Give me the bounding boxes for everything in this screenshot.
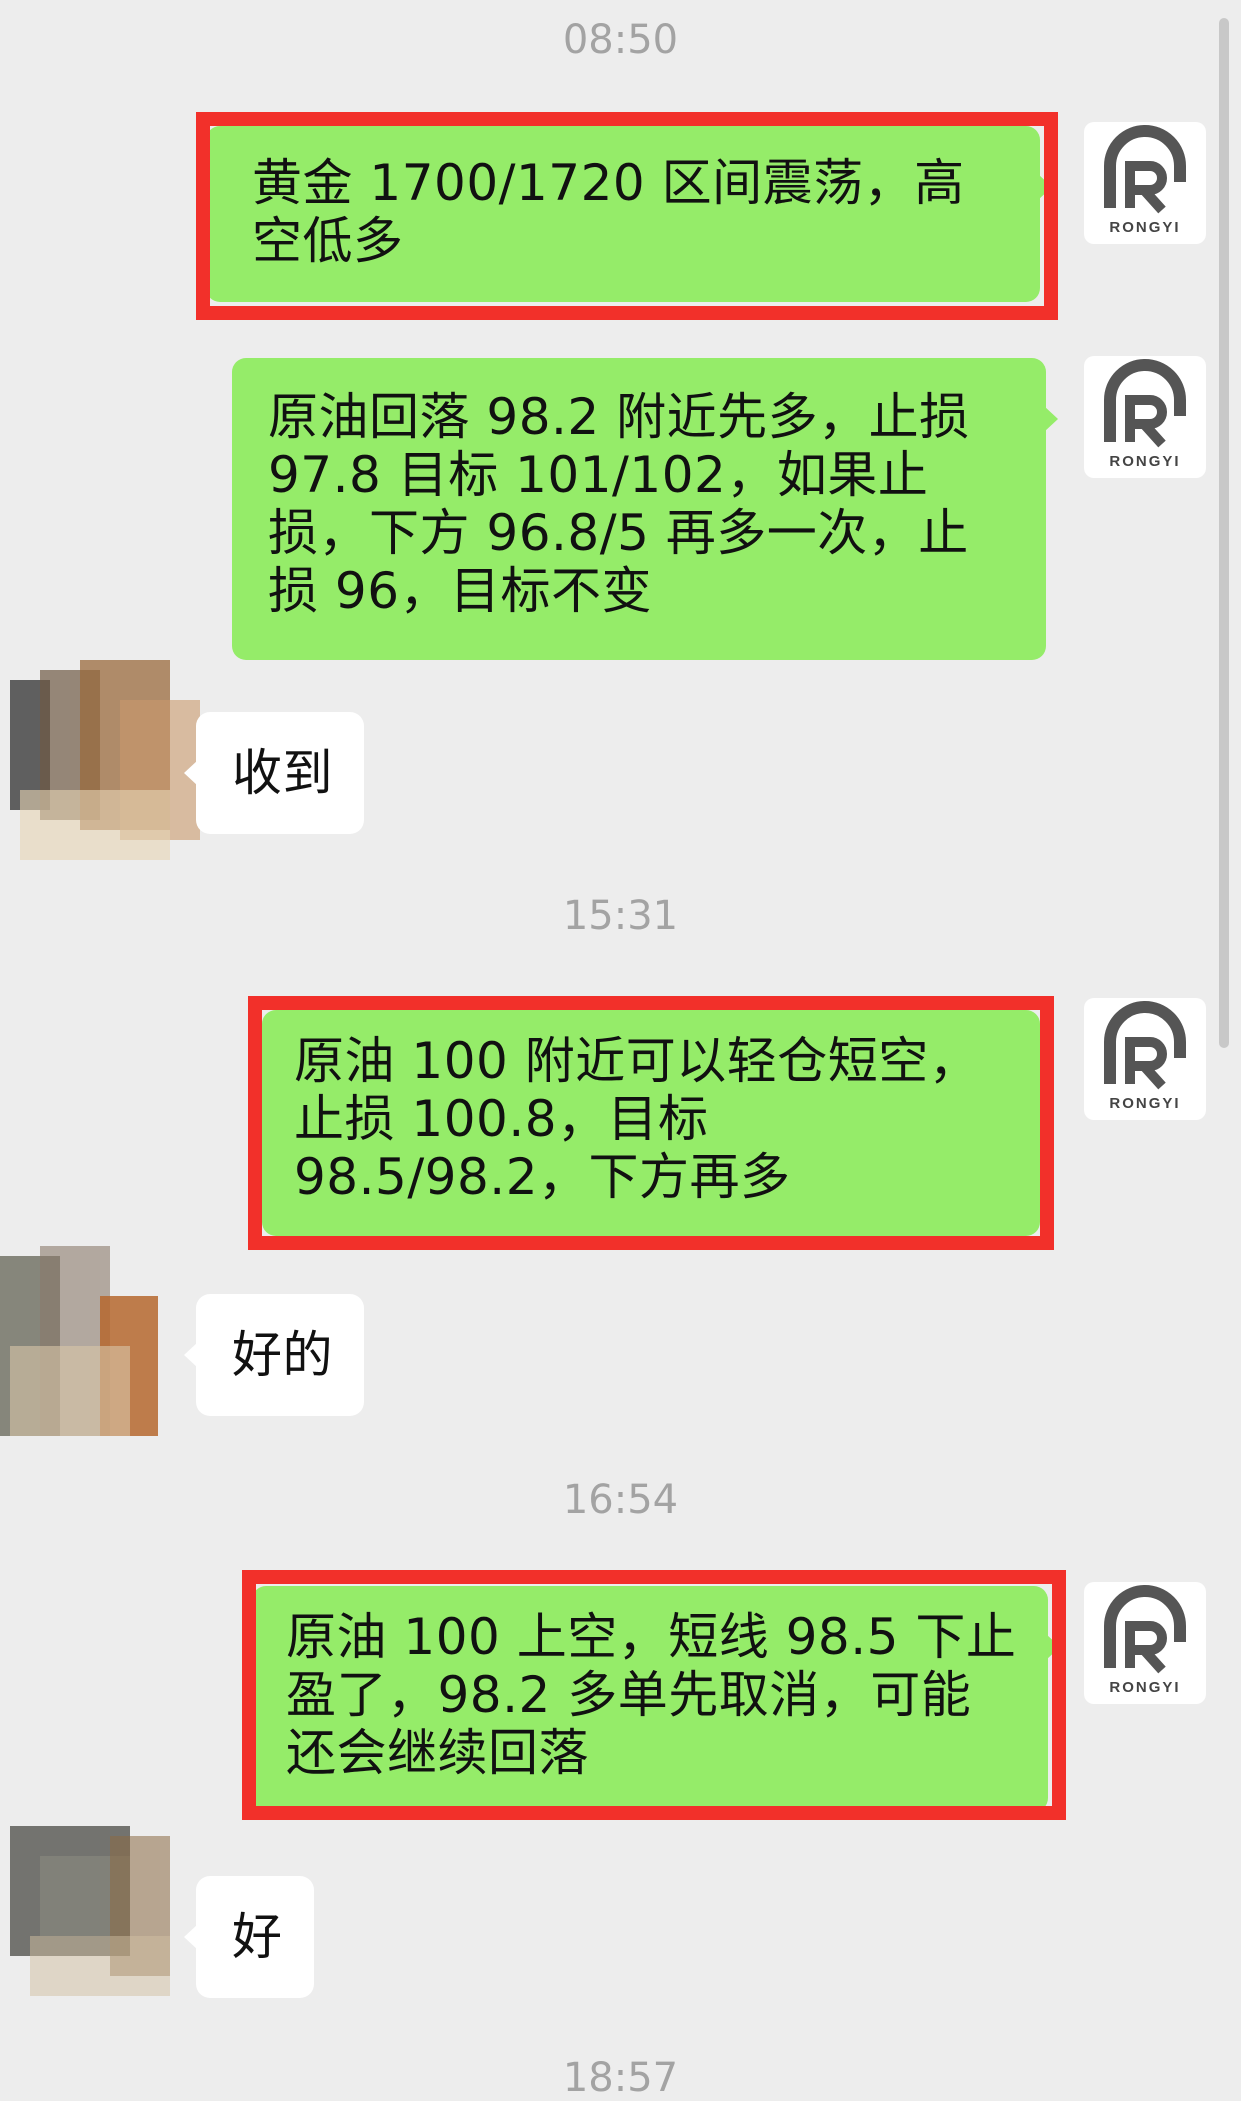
message-bubble-sent[interactable]: 原油 100 附近可以轻仓短空，止损 100.8，目标 98.5/98.2，下方…: [262, 1010, 1052, 1236]
svg-text:RONGYI: RONGYI: [1109, 1095, 1180, 1112]
sender-avatar[interactable]: RONGYI: [1084, 998, 1206, 1120]
rongyi-logo-icon: RONGYI: [1104, 1001, 1186, 1112]
chat-window[interactable]: 08:50 黄金 1700/1720 区间震荡，高空低多 RONGYI 原油回落…: [0, 0, 1241, 2098]
sender-avatar[interactable]: RONGYI: [1084, 1582, 1206, 1704]
rongyi-logo-icon: RONGYI: [1104, 125, 1186, 236]
message-bubble-sent[interactable]: 原油 100 上空，短线 98.5 下止盈了，98.2 多单先取消，可能还会继续…: [252, 1586, 1060, 1812]
rongyi-logo-icon: RONGYI: [1104, 359, 1186, 470]
contact-avatar-image: [0, 1226, 160, 1456]
message-bubble-sent[interactable]: 原油回落 98.2 附近先多，止损 97.8 目标 101/102，如果止损，下…: [232, 358, 1058, 660]
message-bubble-sent[interactable]: 黄金 1700/1720 区间震荡，高空低多: [206, 126, 1052, 302]
message-bubble-received[interactable]: 好: [184, 1876, 314, 1998]
timestamp: 08:50: [562, 17, 679, 63]
contact-avatar-image: [0, 1806, 220, 2006]
contact-avatar[interactable]: [0, 1806, 220, 2006]
sender-avatar[interactable]: RONGYI: [1084, 356, 1206, 478]
sender-avatar[interactable]: RONGYI: [1084, 122, 1206, 244]
timestamp: 15:31: [562, 893, 679, 939]
svg-text:RONGYI: RONGYI: [1109, 219, 1180, 236]
timestamp: 16:54: [562, 1477, 679, 1523]
message-bubble-received[interactable]: 收到: [184, 712, 364, 834]
contact-avatar[interactable]: [0, 1226, 160, 1456]
message-bubble-received[interactable]: 好的: [184, 1294, 364, 1416]
svg-text:RONGYI: RONGYI: [1109, 453, 1180, 470]
svg-text:RONGYI: RONGYI: [1109, 1679, 1180, 1696]
scrollbar[interactable]: [1219, 18, 1229, 1048]
rongyi-logo-icon: RONGYI: [1104, 1585, 1186, 1696]
timestamp: 18:57: [562, 2055, 679, 2101]
